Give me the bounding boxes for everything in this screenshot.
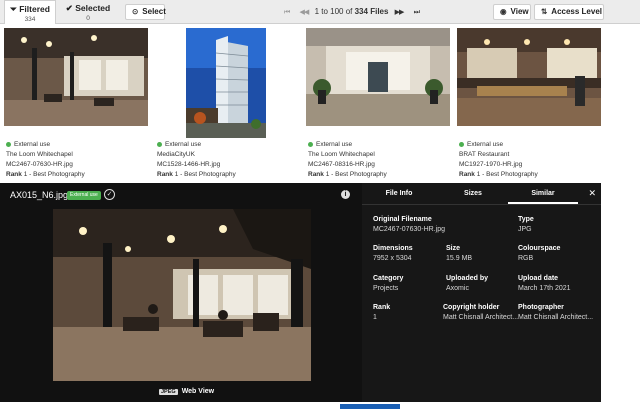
card-usage: External use [14,141,51,148]
tab-filtered[interactable]: ⏷ Filtered 334 [4,0,56,24]
asset-card[interactable]: External use BRAT Restaurant MC1927-1970… [453,26,603,181]
card-rank-value: 1 - Best Photography [325,171,387,178]
check-circle-icon: ⊙ [132,7,139,16]
field-type: Type JPG [518,216,534,233]
check-icon: ✔ [65,3,73,13]
asset-preview-image[interactable] [53,209,311,381]
asset-card[interactable]: External use The Loom Whitechapel MC2467… [302,26,452,181]
prev-page-icon[interactable]: ◀◀ [300,9,310,16]
field-upload-date: Upload date March 17th 2021 [518,275,571,292]
first-page-icon[interactable]: ⏮ [284,9,290,16]
field-colourspace: Colourspace RGB [518,245,561,262]
access-level-label: Access Level [551,7,602,16]
access-icon: ⇅ [541,7,548,16]
access-level-button[interactable]: ⇅ Access Level [534,4,604,20]
usage-status-dot [308,141,313,147]
card-project: MediaCityUK [157,151,195,158]
card-usage: External use [165,141,202,148]
view-button-label: View [510,7,529,16]
web-view-text: Web View [181,388,215,395]
field-size: Size 15.9 MB [446,245,473,262]
select-button-label: Select [142,7,166,16]
pager-total: 334 [354,7,368,16]
card-rank-label: Rank [6,171,22,178]
asset-library-page: ⏷ Filtered 334 ✔ Selected 0 ⊙ Select ⏮ ◀◀… [0,0,640,409]
filter-icon: ⏷ [10,4,17,14]
card-meta: External use The Loom Whitechapel MC2467… [308,140,387,180]
usage-status-dot [459,141,464,147]
field-original-filename: Original Filename MC2467-07630-HR.jpg [373,216,445,233]
card-project: BRAT Restaurant [459,151,510,158]
field-rank: Rank 1 [373,304,391,321]
file-type-tag: JPEG [159,389,178,395]
card-meta: External use BRAT Restaurant MC1927-1970… [459,140,538,180]
tab-selected-count: 0 [86,15,90,22]
select-check-icon[interactable]: ✓ [104,189,115,200]
web-view-label: JPEG Web View [159,388,214,395]
asset-thumbnail[interactable] [4,28,148,126]
scroll-indicator [340,404,400,409]
tab-filtered-label: Filtered [19,4,50,14]
card-usage: External use [316,141,353,148]
card-project: The Loom Whitechapel [6,151,73,158]
field-category: Category Projects [373,275,404,292]
card-rank-value: 1 - Best Photography [174,171,236,178]
card-filename: MC2467-07630-HR.jpg [6,161,73,168]
asset-thumbnail[interactable] [457,28,601,126]
card-meta: External use MediaCityUK MC1528-1466-HR.… [157,140,236,180]
pager-unit: Files [370,7,389,16]
card-filename: MC1927-1970-HR.jpg [459,161,523,168]
close-icon[interactable]: ✕ [588,188,596,199]
field-dimensions: Dimensions 7952 x 5304 [373,245,413,262]
card-rank-label: Rank [459,171,475,178]
field-copyright-holder: Copyright holder Matt Chisnall Architect… [443,304,519,321]
card-meta: External use The Loom Whitechapel MC2467… [6,140,85,180]
tab-selected[interactable]: ✔ Selected 0 [60,0,116,24]
view-button[interactable]: ◉ View [493,4,531,20]
tab-similar[interactable]: Similar [508,190,578,204]
detail-filename: AX015_N6.jpg [10,190,69,200]
eye-icon: ◉ [500,7,507,16]
usage-status-dot [157,141,162,147]
asset-card[interactable]: External use MediaCityUK MC1528-1466-HR.… [151,26,301,181]
next-page-icon[interactable]: ▶▶ [395,9,405,16]
detail-usage-badge: External use [67,191,101,200]
card-filename: MC1528-1466-HR.jpg [157,161,221,168]
card-rank-value: 1 - Best Photography [476,171,538,178]
asset-thumbnail[interactable] [306,28,450,126]
card-usage: External use [467,141,504,148]
asset-detail-overlay: AX015_N6.jpg External use ✓ i JPEG Web Vi… [0,183,601,402]
detail-info-panel: File Info Sizes Similar ✕ Original Filen… [362,183,601,402]
card-project: The Loom Whitechapel [308,151,375,158]
tab-filtered-count: 334 [24,16,36,23]
asset-card[interactable]: External use The Loom Whitechapel MC2467… [0,26,150,181]
field-photographer: Photographer Matt Chisnall Architect... [518,304,594,321]
pager-range: 1 to 100 of [314,7,353,16]
last-page-icon[interactable]: ⏭ [414,9,420,16]
info-icon[interactable]: i [341,190,350,199]
pagination: ⏮ ◀◀ 1 to 100 of 334 Files ▶▶ ⏭ [280,7,423,17]
asset-thumbnail[interactable] [186,28,266,138]
tab-file-info[interactable]: File Info [364,190,434,197]
top-toolbar: ⏷ Filtered 334 ✔ Selected 0 ⊙ Select ⏮ ◀◀… [0,0,640,24]
tab-selected-label: Selected [75,3,111,13]
detail-tabs: File Info Sizes Similar ✕ [362,183,601,205]
tab-sizes[interactable]: Sizes [438,190,508,197]
usage-status-dot [6,141,11,147]
card-rank-label: Rank [308,171,324,178]
select-button[interactable]: ⊙ Select [125,4,166,20]
card-rank-label: Rank [157,171,173,178]
field-uploaded-by: Uploaded by Axomic [446,275,489,292]
card-rank-value: 1 - Best Photography [23,171,85,178]
card-filename: MC2467-08316-HR.jpg [308,161,375,168]
